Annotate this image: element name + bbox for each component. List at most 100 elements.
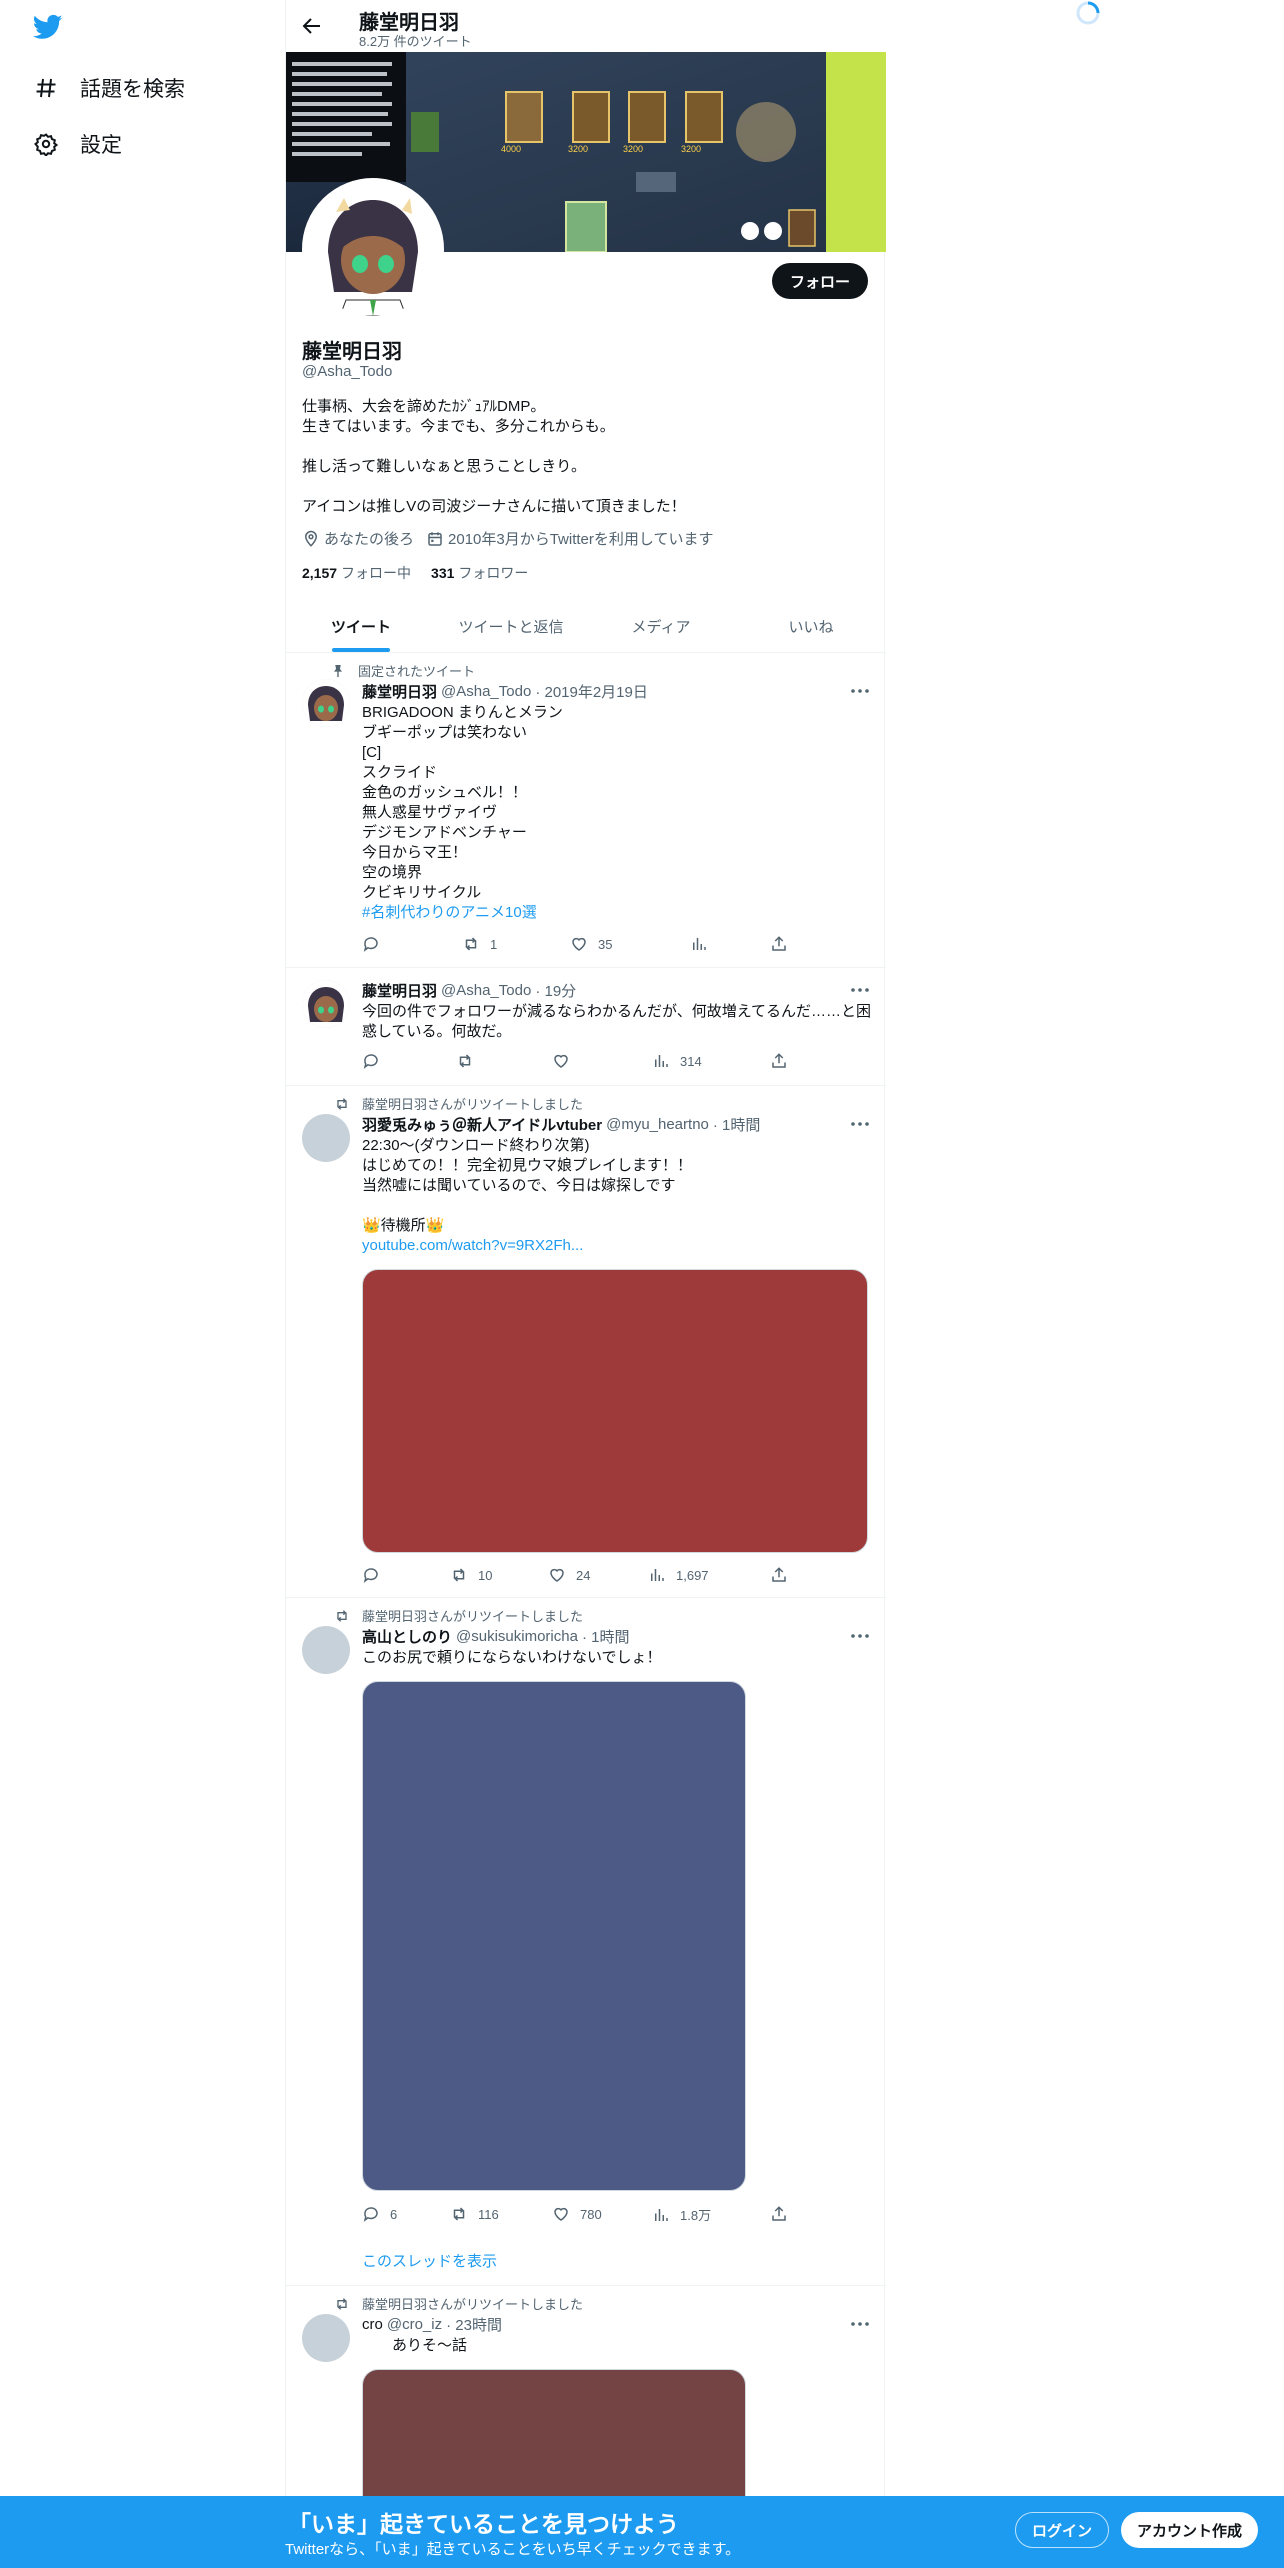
- tweet-retweeted[interactable]: 藤堂明日羽さんがリツイートしました 高山としのり @sukisukimorich…: [286, 1598, 886, 2286]
- tab-media[interactable]: メディア: [586, 600, 736, 652]
- pinned-label: 固定されたツイート: [330, 661, 475, 680]
- reply-button[interactable]: [362, 1052, 390, 1070]
- followers-link[interactable]: 331 フォロワー: [431, 563, 528, 583]
- bio-line: 生きてはいます。今までも、多分これからも。: [302, 418, 615, 435]
- tweet-pinned[interactable]: 固定されたツイート 藤堂明日羽 @Asha_Todo · 2019年2月19日 …: [286, 653, 886, 968]
- tweet-date[interactable]: · 19分: [535, 980, 576, 1001]
- show-thread-link[interactable]: このスレッドを表示: [362, 2250, 497, 2271]
- profile-timeline: 藤堂明日羽 8.2万 件のツイート 4000 3200 3200 3200 フォ…: [285, 0, 886, 2568]
- sidebar-item-explore[interactable]: 話題を検索: [34, 66, 185, 110]
- reply-button[interactable]: 6: [362, 2205, 397, 2223]
- share-button[interactable]: [770, 1052, 798, 1070]
- views-chart-icon: [651, 1569, 664, 1581]
- retweet-button[interactable]: 10: [450, 1566, 492, 1584]
- tweet-actions: 6 116 780 1.8万: [362, 2205, 787, 2225]
- tweet-retweeted[interactable]: 藤堂明日羽さんがリツイートしました 羽愛兎みゅぅ＠新人アイドルvtuber @m…: [286, 1086, 886, 1598]
- reply-icon: [363, 937, 378, 952]
- tweet-author-name[interactable]: 藤堂明日羽: [362, 980, 437, 1001]
- tweet-date[interactable]: · 23時間: [446, 2314, 502, 2335]
- follow-button[interactable]: フォロー: [771, 263, 868, 299]
- url-link[interactable]: youtube.com/watch?v=9RX2Fh...: [362, 1236, 872, 1256]
- profile-avatar[interactable]: [302, 178, 444, 320]
- reply-button[interactable]: [362, 935, 390, 953]
- heart-icon: [554, 1054, 568, 1068]
- share-icon: [772, 1053, 786, 1068]
- views-button[interactable]: 1.8万: [652, 2205, 711, 2224]
- sidebar-item-label: 話題を検索: [80, 78, 185, 101]
- like-button[interactable]: 35: [570, 935, 612, 953]
- tab-tweets[interactable]: ツイート: [286, 600, 436, 652]
- retweet-button[interactable]: 116: [450, 2205, 499, 2223]
- views-chart-icon: [655, 2208, 668, 2221]
- tweet-media-image[interactable]: [362, 1681, 746, 2191]
- reply-button[interactable]: [362, 1566, 390, 1584]
- retweet-button[interactable]: 1: [462, 935, 497, 953]
- login-button[interactable]: ログイン: [1015, 2512, 1110, 2548]
- following-link[interactable]: 2,157 フォロー中: [302, 563, 411, 583]
- tweet-author-name[interactable]: 高山としのり: [362, 1626, 452, 1647]
- profile-name: 藤堂明日羽: [302, 341, 402, 363]
- tweet[interactable]: 藤堂明日羽 @Asha_Todo · 19分 今回の件でフォロワーが減るならわか…: [286, 968, 886, 1086]
- reply-icon: [363, 2207, 378, 2222]
- share-button[interactable]: [770, 935, 798, 953]
- heart-icon: [572, 937, 586, 951]
- views-chart-icon: [655, 1055, 668, 1067]
- avatar[interactable]: [302, 980, 350, 1028]
- sidebar-item-settings[interactable]: 設定: [34, 122, 122, 166]
- signup-button[interactable]: アカウント作成: [1121, 2512, 1259, 2548]
- like-button[interactable]: 24: [548, 1566, 590, 1584]
- profile-handle: @Asha_Todo: [302, 363, 393, 380]
- tab-likes[interactable]: いいね: [736, 600, 886, 652]
- hashtag-icon: [34, 76, 58, 100]
- back-arrow-icon[interactable]: [300, 14, 324, 38]
- more-options-icon[interactable]: [850, 1626, 870, 1646]
- twitter-bird-icon[interactable]: [30, 12, 66, 42]
- share-button[interactable]: [770, 2205, 798, 2223]
- loading-spinner-icon: [1076, 1, 1100, 25]
- views-button[interactable]: [690, 935, 718, 953]
- avatar[interactable]: [302, 679, 350, 727]
- avatar[interactable]: [302, 1626, 350, 1674]
- svg-text:3200: 3200: [623, 144, 643, 154]
- tweet-media-image[interactable]: [362, 1269, 868, 1553]
- tweet-header: 藤堂明日羽 @Asha_Todo · 19分: [362, 980, 576, 1001]
- svg-text:3200: 3200: [681, 144, 701, 154]
- tweet-date[interactable]: · 1時間: [582, 1626, 630, 1647]
- tweet-author-handle[interactable]: @myu_heartno: [606, 1116, 709, 1133]
- tweet-author-name[interactable]: 羽愛兎みゅぅ＠新人アイドルvtuber: [362, 1114, 602, 1135]
- retweet-context: 藤堂明日羽さんがリツイートしました: [334, 1094, 583, 1113]
- views-button[interactable]: 314: [652, 1052, 702, 1070]
- svg-text:3200: 3200: [568, 144, 588, 154]
- retweet-icon: [453, 1568, 465, 1582]
- retweet-icon: [459, 1054, 471, 1068]
- tweet-actions: 314: [362, 1052, 787, 1072]
- more-options-icon[interactable]: [850, 980, 870, 1000]
- share-button[interactable]: [770, 1566, 798, 1584]
- tweet-actions: 1 35: [362, 935, 787, 955]
- tweet-author-handle[interactable]: @Asha_Todo: [441, 683, 531, 700]
- more-options-icon[interactable]: [850, 681, 870, 701]
- tweet-author-name[interactable]: cro: [362, 2316, 383, 2333]
- tweet-author-handle[interactable]: @sukisukimoricha: [456, 1628, 578, 1645]
- left-sidebar: 話題を検索 設定: [0, 0, 285, 2568]
- like-button[interactable]: 780: [552, 2205, 602, 2223]
- retweet-button[interactable]: [456, 1052, 484, 1070]
- tweet-text: 今回の件でフォロワーが減るならわかるんだが、何故増えてるんだ……と困 惑している…: [362, 1003, 871, 1040]
- tweet-author-handle[interactable]: @cro_iz: [387, 2316, 442, 2333]
- heart-icon: [554, 2207, 568, 2221]
- bio-line: [302, 477, 870, 497]
- avatar[interactable]: [302, 2314, 350, 2362]
- tweet-author-handle[interactable]: @Asha_Todo: [441, 982, 531, 999]
- tweet-date[interactable]: · 1時間: [713, 1114, 761, 1135]
- more-options-icon[interactable]: [850, 1114, 870, 1134]
- avatar-illustration: [306, 182, 440, 316]
- tweet-date[interactable]: · 2019年2月19日: [535, 681, 648, 702]
- more-options-icon[interactable]: [850, 2314, 870, 2334]
- views-button[interactable]: 1,697: [648, 1566, 709, 1584]
- like-button[interactable]: [552, 1052, 580, 1070]
- hashtag-link[interactable]: #名刺代わりのアニメ10選: [362, 903, 872, 923]
- tab-tweets-replies[interactable]: ツイートと返信: [436, 600, 586, 652]
- tweet-text: BRIGADOON まりんとメラン ブギーポップは笑わない [C] スクライド …: [362, 703, 872, 923]
- tweet-author-name[interactable]: 藤堂明日羽: [362, 681, 437, 702]
- avatar[interactable]: [302, 1114, 350, 1162]
